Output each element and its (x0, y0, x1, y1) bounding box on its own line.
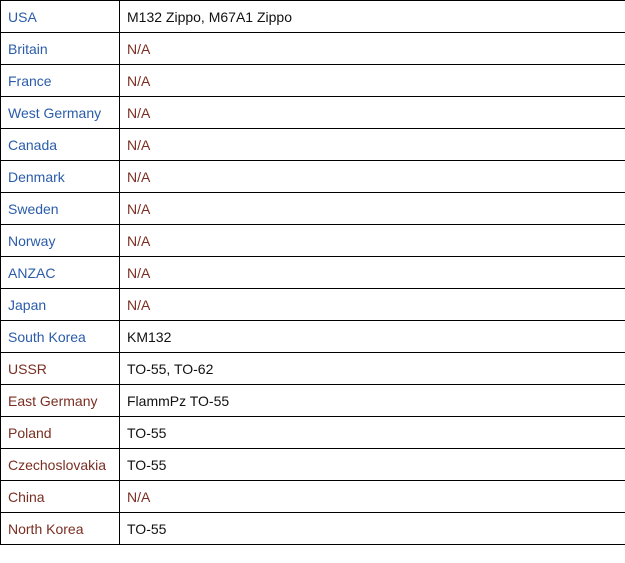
vehicle-value: KM132 (119, 320, 625, 353)
table-row: East Germany FlammPz TO-55 (0, 384, 625, 417)
table-row: Poland TO-55 (0, 416, 625, 449)
table-row: Japan N/A (0, 288, 625, 321)
country-vehicle-table: USA M132 Zippo, M67A1 Zippo Britain N/A Fran… (0, 0, 625, 545)
vehicle-value: TO-55 (119, 512, 625, 545)
country-link[interactable]: Japan (0, 288, 120, 321)
country-link[interactable]: Denmark (0, 160, 120, 193)
table-row: Denmark N/A (0, 160, 625, 193)
country-link[interactable]: Poland (0, 416, 120, 449)
vehicle-value: N/A (119, 96, 625, 129)
table-row: Britain N/A (0, 32, 625, 65)
country-link[interactable]: USA (0, 0, 120, 33)
table-row: USSR TO-55, TO-62 (0, 352, 625, 385)
vehicle-value: TO-55, TO-62 (119, 352, 625, 385)
vehicle-value: N/A (119, 256, 625, 289)
country-link[interactable]: ANZAC (0, 256, 120, 289)
table-row: ANZAC N/A (0, 256, 625, 289)
vehicle-value: N/A (119, 192, 625, 225)
country-link[interactable]: China (0, 480, 120, 513)
table-row: France N/A (0, 64, 625, 97)
vehicle-value: N/A (119, 64, 625, 97)
table-row: Sweden N/A (0, 192, 625, 225)
table-row: North Korea TO-55 (0, 512, 625, 545)
table-row: Canada N/A (0, 128, 625, 161)
country-link[interactable]: Norway (0, 224, 120, 257)
vehicle-value: M132 Zippo, M67A1 Zippo (119, 0, 625, 33)
country-link[interactable]: USSR (0, 352, 120, 385)
vehicle-value: TO-55 (119, 448, 625, 481)
country-link[interactable]: East Germany (0, 384, 120, 417)
table-row: Norway N/A (0, 224, 625, 257)
country-link[interactable]: Czechoslovakia (0, 448, 120, 481)
vehicle-value: N/A (119, 480, 625, 513)
vehicle-value: N/A (119, 32, 625, 65)
table-row: USA M132 Zippo, M67A1 Zippo (0, 0, 625, 33)
vehicle-value: N/A (119, 160, 625, 193)
country-link[interactable]: Britain (0, 32, 120, 65)
table-row: South Korea KM132 (0, 320, 625, 353)
country-link[interactable]: West Germany (0, 96, 120, 129)
country-link[interactable]: Canada (0, 128, 120, 161)
country-link[interactable]: France (0, 64, 120, 97)
table-row: Czechoslovakia TO-55 (0, 448, 625, 481)
country-link[interactable]: South Korea (0, 320, 120, 353)
vehicle-value: N/A (119, 128, 625, 161)
table-row: West Germany N/A (0, 96, 625, 129)
vehicle-value: N/A (119, 288, 625, 321)
table-row: China N/A (0, 480, 625, 513)
country-link[interactable]: Sweden (0, 192, 120, 225)
vehicle-value: N/A (119, 224, 625, 257)
table-body: USA M132 Zippo, M67A1 Zippo Britain N/A Fran… (0, 0, 625, 545)
vehicle-value: FlammPz TO-55 (119, 384, 625, 417)
vehicle-value: TO-55 (119, 416, 625, 449)
country-link[interactable]: North Korea (0, 512, 120, 545)
